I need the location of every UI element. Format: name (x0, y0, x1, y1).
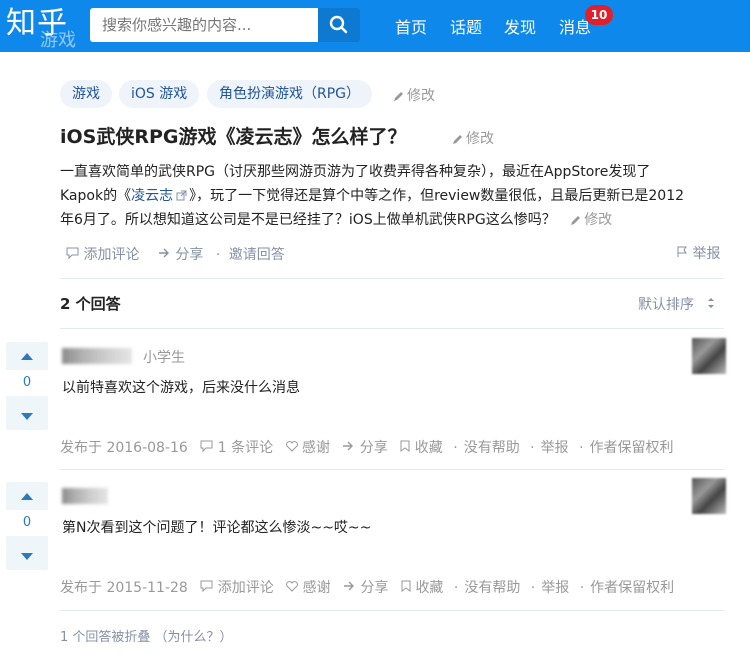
comment-icon (200, 580, 213, 593)
collect-button[interactable]: 收藏 (401, 580, 443, 596)
answer-text: 第N次看到这个问题了！评论都这么惨淡~~哎~~ (62, 520, 372, 536)
message-count-badge: 10 (585, 5, 613, 25)
pencil-icon (571, 216, 581, 225)
share-button[interactable]: 分享 (342, 440, 388, 456)
edit-description-link[interactable]: 修改 (570, 212, 612, 228)
vote-count: 0 (6, 370, 48, 396)
nav-discover[interactable]: 发现 (504, 14, 536, 38)
upvote-button[interactable] (6, 342, 48, 370)
folded-answers-link[interactable]: 1 个回答被折叠 （为什么？） (60, 626, 233, 645)
answer-text: 以前特喜欢这个游戏，后来没什么消息 (62, 380, 300, 396)
thanks-button[interactable]: 感谢 (286, 580, 331, 596)
sort-dropdown[interactable]: 默认排序 (638, 294, 716, 314)
triangle-up-icon (21, 492, 33, 500)
watermark-text: 游戏 (40, 30, 76, 51)
add-comment-button[interactable]: 添加评论 (66, 247, 143, 263)
comment-icon (200, 440, 213, 453)
author-name-blurred[interactable] (62, 348, 132, 364)
heart-icon (285, 441, 298, 452)
topic-tag-rpg[interactable]: 角色扮演游戏（RPG） (207, 80, 373, 108)
search-button[interactable] (318, 8, 360, 42)
comments-button[interactable]: 1 条评论 (200, 440, 273, 456)
comments-button[interactable]: 添加评论 (200, 580, 274, 596)
invite-answer-button[interactable]: 邀请回答 (229, 247, 285, 263)
answer-date[interactable]: 发布于 2015-11-28 (60, 580, 188, 596)
topic-tag-ios-games[interactable]: iOS 游戏 (119, 80, 200, 108)
answer-meta: 发布于 2015-11-28 添加评论 感谢 分享 收藏 · 没有帮助 · 举报 ·… (60, 580, 675, 596)
bookmark-icon (401, 580, 411, 592)
answers-count: 2 个回答 (60, 295, 121, 313)
flag-icon (677, 246, 687, 257)
question-description: 一直喜欢简单的武侠RPG（讨厌那些网游页游为了收费弄得各种复杂），最近在AppS… (60, 164, 685, 228)
vote-widget: 0 (6, 482, 48, 570)
pencil-icon (394, 92, 403, 101)
triangle-down-icon (21, 552, 33, 560)
divider (60, 469, 724, 470)
divider (60, 328, 724, 329)
question-actions: 添加评论 分享 · 邀请回答 (66, 244, 289, 264)
report-answer-button[interactable]: 举报 (541, 440, 569, 456)
search-input[interactable] (90, 8, 318, 42)
search-icon (329, 15, 348, 34)
copyright-notice[interactable]: 作者保留权利 (590, 580, 674, 596)
dot-separator: · (215, 247, 221, 263)
external-link-icon (176, 190, 187, 201)
pencil-icon (453, 135, 462, 144)
share-icon (343, 441, 354, 451)
comment-icon (66, 247, 79, 260)
share-button[interactable]: 分享 (158, 247, 207, 263)
share-icon (344, 581, 355, 591)
answer-date[interactable]: 发布于 2016-08-16 (60, 440, 188, 456)
not-helpful-button[interactable]: 没有帮助 (464, 440, 520, 456)
thanks-button[interactable]: 感谢 (285, 440, 330, 456)
edit-title-link[interactable]: 修改 (452, 128, 494, 148)
avatar[interactable] (692, 478, 726, 514)
topic-tag-games[interactable]: 游戏 (60, 80, 112, 108)
downvote-button[interactable] (6, 402, 48, 430)
avatar[interactable] (692, 338, 726, 374)
divider (60, 278, 724, 279)
report-answer-button[interactable]: 举报 (541, 580, 569, 596)
upvote-button[interactable] (6, 482, 48, 510)
answer-meta: 发布于 2016-08-16 1 条评论 感谢 分享 收藏 · 没有帮助 · 举报 … (60, 440, 674, 456)
copyright-notice[interactable]: 作者保留权利 (590, 440, 674, 456)
search-box[interactable] (90, 8, 318, 42)
share-icon (158, 248, 169, 258)
downvote-button[interactable] (6, 542, 48, 570)
heart-icon (286, 581, 299, 592)
sort-arrows-icon (708, 298, 715, 308)
divider (60, 610, 724, 611)
share-button[interactable]: 分享 (343, 580, 389, 596)
report-question-button[interactable]: 举报 (676, 243, 720, 263)
triangle-up-icon (21, 352, 33, 360)
vote-count: 0 (6, 510, 48, 536)
triangle-down-icon (21, 412, 33, 420)
not-helpful-button[interactable]: 没有帮助 (464, 580, 520, 596)
question-title: iOS武侠RPG游戏《凌云志》怎么样了？ (60, 126, 407, 148)
author-name-blurred[interactable] (62, 488, 108, 504)
collect-button[interactable]: 收藏 (400, 440, 443, 456)
edit-tags-link[interactable]: 修改 (393, 85, 435, 105)
top-bar: 知乎 游戏 首页 话题 发现 消息 10 (0, 0, 750, 52)
game-link[interactable]: 凌云志 (131, 188, 173, 204)
bookmark-icon (400, 440, 410, 452)
author-bio: 小学生 (143, 350, 185, 366)
nav-home[interactable]: 首页 (395, 14, 427, 38)
vote-widget: 0 (6, 342, 48, 430)
nav-topics[interactable]: 话题 (450, 14, 482, 38)
